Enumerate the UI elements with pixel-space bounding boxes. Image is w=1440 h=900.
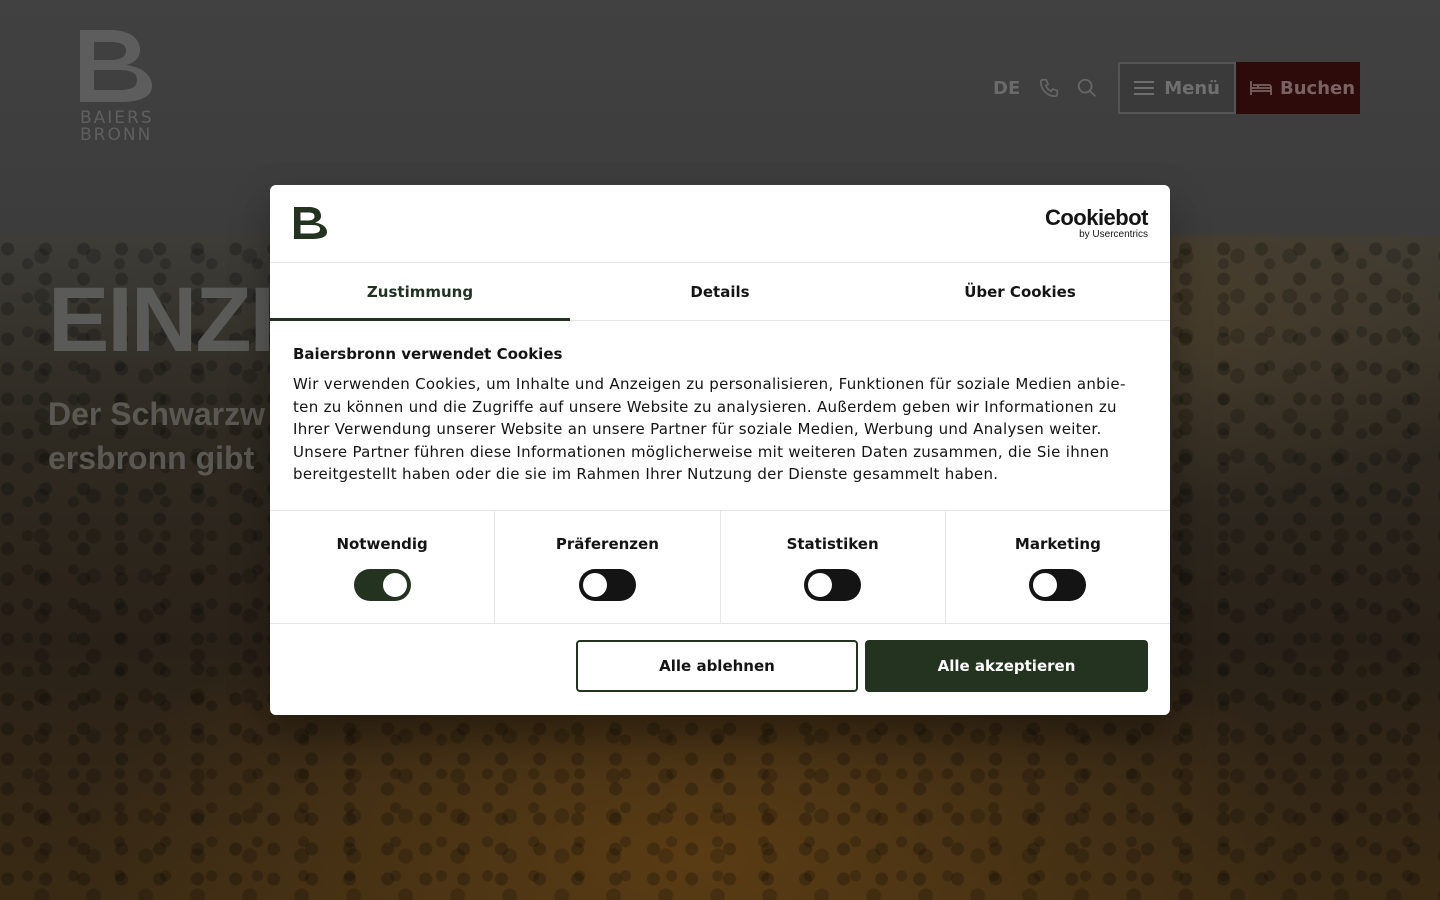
cookie-consent-dialog: Cookiebot by Usercentrics Zustimmung Det…: [270, 185, 1170, 715]
book-button[interactable]: Buchen: [1236, 62, 1360, 114]
cookiebot-logo[interactable]: Cookiebot by Usercentrics: [1044, 205, 1149, 240]
site-logo[interactable]: BAIERS BRONN: [80, 30, 154, 146]
accept-all-button[interactable]: Alle akzeptieren: [865, 640, 1148, 692]
book-label: Buchen: [1280, 77, 1356, 99]
baiersbronn-logo-icon: [80, 30, 152, 102]
category-label: Marketing: [1014, 535, 1101, 553]
tab-details[interactable]: Details: [570, 263, 870, 320]
consent-text: Wir verwenden Cookies, um Inhalte und An…: [293, 375, 1126, 483]
bed-icon: [1250, 80, 1272, 96]
consent-categories: Notwendig Präferenzen Statistiken Market…: [270, 511, 1170, 624]
cookiebot-sub: by Usercentrics: [1079, 229, 1148, 240]
cookiebot-name: Cookiebot: [1044, 205, 1149, 230]
dialog-header: Cookiebot by Usercentrics: [270, 185, 1170, 263]
tab-zustimmung[interactable]: Zustimmung: [270, 263, 570, 321]
category-notwendig: Notwendig: [270, 511, 496, 623]
consent-tabs: Zustimmung Details Über Cookies: [270, 263, 1170, 321]
menu-label: Menü: [1164, 77, 1220, 99]
menu-button[interactable]: Menü: [1118, 62, 1236, 114]
toggle-praeferenzen[interactable]: [578, 569, 636, 601]
logo-line-2: BRONN: [80, 125, 153, 145]
toggle-marketing[interactable]: [1029, 569, 1087, 601]
tab-ueber-cookies[interactable]: Über Cookies: [870, 263, 1170, 320]
top-nav: DE Menü Buchen: [993, 62, 1360, 114]
category-label: Notwendig: [336, 535, 428, 553]
consent-body: Baiersbronn verwendet Cookies Wir verwen…: [270, 321, 1170, 511]
category-label: Präferenzen: [555, 535, 659, 553]
category-statistiken: Statistiken: [721, 511, 946, 623]
toggle-notwendig[interactable]: [353, 569, 411, 601]
consent-title: Baiersbronn verwendet Cookies: [293, 345, 563, 363]
language-switch[interactable]: DE: [993, 78, 1020, 99]
baiersbronn-logo-icon: [294, 207, 328, 239]
toggle-statistiken[interactable]: [804, 569, 862, 601]
decline-all-button[interactable]: Alle ablehnen: [576, 640, 858, 692]
site-header: BAIERS BRONN DE Menü Buchen: [0, 0, 1440, 180]
category-praeferenzen: Präferenzen: [495, 511, 721, 623]
consent-actions: Alle ablehnen Alle akzeptieren: [270, 624, 1170, 715]
phone-icon[interactable]: [1038, 77, 1060, 99]
search-icon[interactable]: [1076, 77, 1098, 99]
category-label: Statistiken: [786, 535, 879, 553]
menu-icon: [1134, 77, 1155, 99]
category-marketing: Marketing: [946, 511, 1170, 623]
